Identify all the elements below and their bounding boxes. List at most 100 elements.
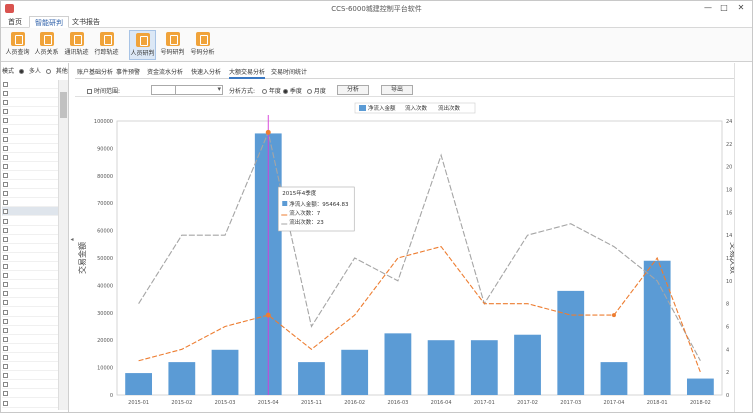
subtab-fund-flow[interactable]: 资金流水分析 (147, 67, 183, 79)
list-item-checkbox[interactable] (3, 209, 8, 215)
ribbon-number-stats-button[interactable]: 号码分析 (189, 30, 216, 60)
list-item[interactable] (2, 207, 58, 217)
list-item[interactable] (2, 217, 58, 226)
subtab-event-alert[interactable]: 事件预警 (116, 67, 140, 79)
list-item[interactable] (2, 344, 58, 353)
list-item-checkbox[interactable] (3, 282, 8, 288)
list-item[interactable] (2, 389, 58, 399)
list-item[interactable] (2, 244, 58, 253)
other-radio[interactable] (45, 69, 51, 74)
multi-radio[interactable] (18, 69, 24, 74)
list-item-checkbox[interactable] (3, 200, 8, 206)
list-item[interactable] (2, 144, 58, 153)
restore-button[interactable]: □ (717, 2, 731, 14)
list-item[interactable] (2, 226, 58, 235)
subtab-quick-in[interactable]: 快速入分析 (191, 67, 221, 79)
list-item-checkbox[interactable] (3, 245, 8, 251)
list-item-checkbox[interactable] (3, 118, 8, 124)
subtab-account-basics[interactable]: 账户基础分析 (77, 67, 113, 79)
tab-reports[interactable]: 文书报告 (67, 16, 105, 28)
list-item[interactable] (2, 98, 58, 108)
list-item[interactable] (2, 126, 58, 135)
list-item[interactable] (2, 308, 58, 317)
list-item-checkbox[interactable] (3, 291, 8, 297)
tab-smart-analysis[interactable]: 智能研判 (29, 16, 69, 28)
list-item-checkbox[interactable] (3, 273, 8, 279)
list-item[interactable] (2, 171, 58, 180)
list-item-checkbox[interactable] (3, 100, 8, 106)
ribbon-person-analysis-button[interactable]: 人员研判 (129, 30, 156, 60)
list-item-checkbox[interactable] (3, 154, 8, 160)
list-item[interactable] (2, 180, 58, 190)
ribbon-person-relation-button[interactable]: 人员关系 (33, 30, 60, 60)
list-item-checkbox[interactable] (3, 400, 8, 406)
month-option[interactable]: 月度 (307, 86, 326, 95)
list-item[interactable] (2, 262, 58, 271)
list-item[interactable] (2, 253, 58, 262)
list-item-checkbox[interactable] (3, 91, 8, 97)
left-scroll-thumb[interactable] (60, 92, 67, 118)
list-item[interactable] (2, 280, 58, 290)
list-item-checkbox[interactable] (3, 227, 8, 233)
ribbon-person-query-button[interactable]: 人员查询 (4, 30, 31, 60)
list-item[interactable] (2, 80, 58, 89)
list-item-checkbox[interactable] (3, 127, 8, 133)
list-item[interactable] (2, 399, 58, 408)
export-button[interactable]: 导出 (381, 85, 413, 95)
list-item[interactable] (2, 380, 58, 390)
list-item[interactable] (2, 335, 58, 344)
quarter-radio[interactable] (283, 89, 288, 94)
close-button[interactable]: ✕ (734, 2, 748, 14)
list-item-checkbox[interactable] (3, 173, 8, 178)
list-item-checkbox[interactable] (3, 309, 8, 315)
list-item[interactable] (2, 326, 58, 335)
list-item-checkbox[interactable] (3, 182, 8, 188)
list-item[interactable] (2, 298, 58, 308)
list-item-checkbox[interactable] (3, 373, 8, 379)
ribbon-movement-track-button[interactable]: 行踪轨迹 (93, 30, 120, 60)
list-item-checkbox[interactable] (3, 300, 8, 306)
list-item[interactable] (2, 116, 58, 126)
list-item-checkbox[interactable] (3, 136, 8, 142)
left-scrollbar[interactable] (58, 80, 68, 410)
list-item-checkbox[interactable] (3, 336, 8, 342)
list-item-checkbox[interactable] (3, 145, 8, 151)
quarter-option[interactable]: 季度 (283, 86, 302, 95)
ribbon-number-analysis-button[interactable]: 号码研判 (159, 30, 186, 60)
list-item-checkbox[interactable] (3, 109, 8, 115)
list-item-checkbox[interactable] (3, 355, 8, 360)
list-item-checkbox[interactable] (3, 391, 8, 397)
list-item-checkbox[interactable] (3, 218, 8, 224)
list-item[interactable] (2, 189, 58, 199)
list-item-checkbox[interactable] (3, 382, 8, 388)
year-option[interactable]: 年度 (262, 86, 281, 95)
list-item[interactable] (2, 371, 58, 381)
list-item-checkbox[interactable] (3, 318, 8, 324)
month-radio[interactable] (307, 89, 312, 94)
list-item[interactable] (2, 107, 58, 117)
list-item-checkbox[interactable] (3, 264, 8, 269)
list-item-checkbox[interactable] (3, 236, 8, 242)
list-item-checkbox[interactable] (3, 254, 8, 260)
list-item[interactable] (2, 153, 58, 162)
list-item[interactable] (2, 235, 58, 244)
subtab-trade-time[interactable]: 交易时间统计 (271, 67, 307, 79)
list-item[interactable] (2, 198, 58, 208)
end-date-select[interactable] (175, 85, 223, 95)
subtab-large-trade[interactable]: 大额交易分析 (229, 67, 266, 79)
time-range-checkbox[interactable] (87, 89, 92, 94)
list-item[interactable] (2, 89, 58, 99)
list-item-checkbox[interactable] (3, 345, 8, 351)
list-item[interactable] (2, 362, 58, 372)
list-item-checkbox[interactable] (3, 364, 8, 370)
ribbon-comm-track-button[interactable]: 通讯轨迹 (63, 30, 90, 60)
list-item[interactable] (2, 162, 58, 171)
list-item-checkbox[interactable] (3, 327, 8, 333)
list-item[interactable] (2, 353, 58, 362)
tab-home[interactable]: 首页 (3, 16, 27, 28)
list-item-checkbox[interactable] (3, 82, 8, 87)
list-item[interactable] (2, 135, 58, 144)
list-item-checkbox[interactable] (3, 163, 8, 169)
minimize-button[interactable]: — (701, 2, 715, 14)
list-item[interactable] (2, 271, 58, 281)
